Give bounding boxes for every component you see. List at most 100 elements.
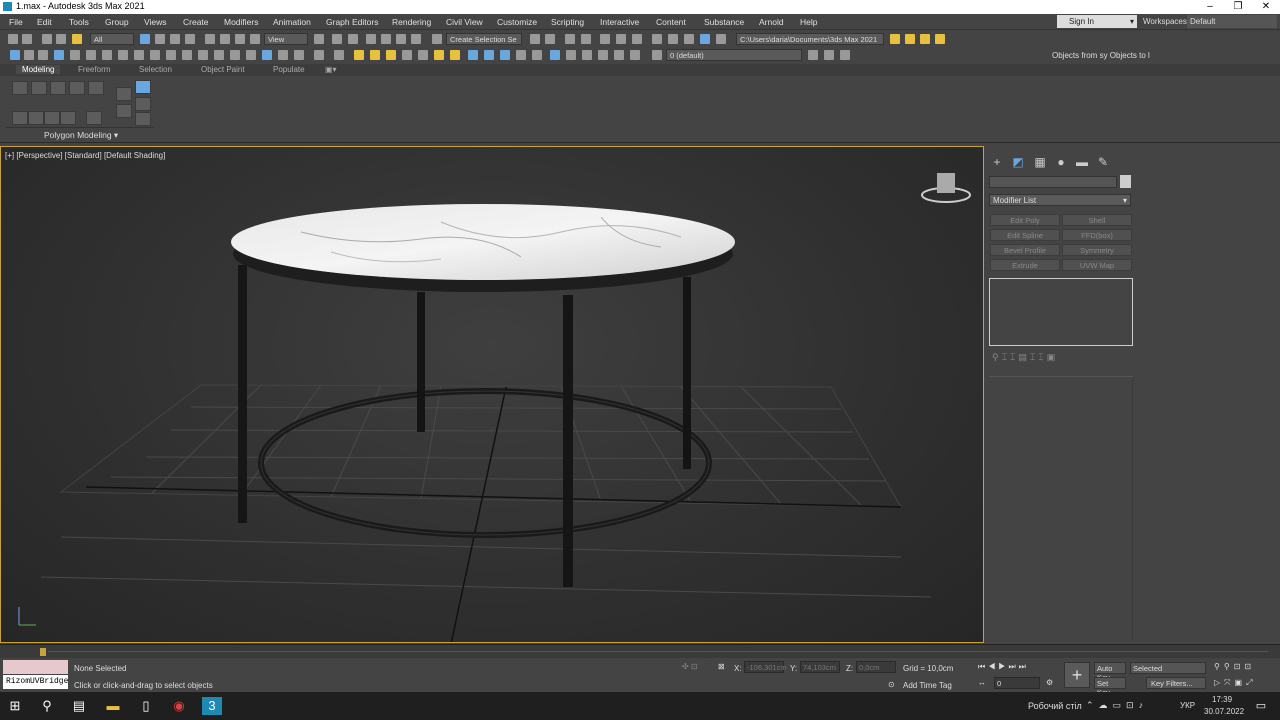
- task-view-icon[interactable]: ▤: [70, 697, 88, 715]
- minimize-button[interactable]: –: [1196, 0, 1224, 14]
- key-mode-icon[interactable]: ↔: [978, 678, 986, 687]
- ribbon-tool-button[interactable]: [69, 81, 85, 95]
- ribbon-tool-button[interactable]: [88, 81, 104, 95]
- reference-coord-dropdown[interactable]: View: [264, 33, 308, 45]
- utilities-tab-icon[interactable]: ✎: [1096, 156, 1110, 168]
- chrome-icon[interactable]: ◉: [170, 697, 188, 715]
- hierarchy-tab-icon[interactable]: ▦: [1033, 156, 1047, 168]
- tool-icon[interactable]: [484, 50, 494, 60]
- auto-key-button[interactable]: Auto Key: [1094, 662, 1126, 682]
- viewport-navigation-icons-2[interactable]: ▷⤧▣⤢: [1214, 678, 1257, 688]
- windows-start-icon[interactable]: ⊞: [6, 697, 24, 715]
- menu-modifiers[interactable]: Modifiers: [224, 17, 258, 27]
- tool-icon[interactable]: [198, 50, 208, 60]
- ribbon-tool-button[interactable]: [86, 111, 102, 125]
- tool-icon[interactable]: [278, 50, 288, 60]
- tool-icon[interactable]: [86, 50, 96, 60]
- set-key-big-button[interactable]: +: [1064, 662, 1090, 688]
- ribbon-tool-button[interactable]: [28, 111, 44, 125]
- tool-icon[interactable]: [550, 50, 560, 60]
- tool-icon[interactable]: [118, 50, 128, 60]
- menu-group[interactable]: Group: [105, 17, 129, 27]
- motion-tab-icon[interactable]: ●: [1054, 156, 1068, 168]
- scale-icon[interactable]: [235, 34, 245, 44]
- ribbon-tool-button[interactable]: [116, 104, 132, 118]
- spinner-snap-icon[interactable]: [411, 34, 421, 44]
- tool-icon[interactable]: [10, 50, 20, 60]
- ribbon-tool-button[interactable]: [12, 81, 28, 95]
- object-name-field[interactable]: [989, 176, 1117, 188]
- tool-icon[interactable]: [230, 50, 240, 60]
- tool-icon[interactable]: [150, 50, 160, 60]
- tool-icon[interactable]: [166, 50, 176, 60]
- edit-spline-button[interactable]: Edit Spline: [990, 229, 1060, 241]
- material-editor-icon[interactable]: [632, 34, 642, 44]
- menu-tools[interactable]: Tools: [69, 17, 89, 27]
- menu-rendering[interactable]: Rendering: [392, 17, 431, 27]
- light-icon[interactable]: [434, 50, 444, 60]
- polygon-modeling-panel-label[interactable]: Polygon Modeling ▾: [44, 130, 118, 141]
- tool-icon[interactable]: [54, 50, 64, 60]
- tool-icon[interactable]: [630, 50, 640, 60]
- keyboard-shortcut-icon[interactable]: [348, 34, 358, 44]
- tool-icon[interactable]: [468, 50, 478, 60]
- rectangular-selection-icon[interactable]: [170, 34, 180, 44]
- playback-controls[interactable]: ⏮◀▶⏭⏭: [978, 662, 1029, 672]
- extrude-button[interactable]: Extrude: [990, 259, 1060, 271]
- project-folder-icon[interactable]: [890, 34, 900, 44]
- ribbon-options-icon[interactable]: ▣▾: [325, 65, 337, 74]
- menu-create[interactable]: Create: [183, 17, 209, 27]
- angle-snap-icon[interactable]: [381, 34, 391, 44]
- undo-icon[interactable]: [8, 34, 18, 44]
- ribbon-tool-button[interactable]: [31, 81, 47, 95]
- bind-space-warp-icon[interactable]: [72, 34, 82, 44]
- bevel-profile-button[interactable]: Bevel Profile: [990, 244, 1060, 256]
- box-icon[interactable]: [354, 50, 364, 60]
- select-manipulate-icon[interactable]: [332, 34, 342, 44]
- project-folder-dropdown[interactable]: C:\Users\daria\Documents\3ds Max 2021: [736, 33, 884, 45]
- modify-tab-icon[interactable]: ◩: [1011, 156, 1025, 168]
- menu-substance[interactable]: Substance: [704, 17, 744, 27]
- tab-populate[interactable]: Populate: [273, 65, 305, 74]
- maxscript-mini-listener[interactable]: RizomUVBridge: [3, 675, 68, 689]
- named-selection-dropdown[interactable]: Create Selection Se: [446, 33, 522, 45]
- desktop-toolbar-label[interactable]: Робочий стіл: [1028, 701, 1082, 711]
- absolute-mode-icon[interactable]: ⊠: [718, 662, 725, 671]
- move-icon[interactable]: [205, 34, 215, 44]
- a360-icon[interactable]: [716, 34, 726, 44]
- render-icon[interactable]: [684, 34, 694, 44]
- menu-views[interactable]: Views: [144, 17, 167, 27]
- tool-icon[interactable]: [614, 50, 624, 60]
- schematic-view-icon[interactable]: [616, 34, 626, 44]
- render-production-icon[interactable]: [700, 34, 710, 44]
- close-button[interactable]: ✕: [1252, 0, 1280, 14]
- redo-icon[interactable]: [22, 34, 32, 44]
- panel-scrollbar[interactable]: [1132, 378, 1133, 640]
- align-icon[interactable]: [545, 34, 555, 44]
- layer-dropdown[interactable]: 0 (default): [666, 49, 802, 61]
- menu-arnold[interactable]: Arnold: [759, 17, 784, 27]
- unlink-icon[interactable]: [56, 34, 66, 44]
- select-in-layer-icon[interactable]: [824, 50, 834, 60]
- tool-icon[interactable]: [102, 50, 112, 60]
- x-coordinate-field[interactable]: -106,301cm: [744, 661, 787, 673]
- maximize-button[interactable]: ❐: [1224, 0, 1252, 14]
- menu-customize[interactable]: Customize: [497, 17, 537, 27]
- scene-explorer-icon[interactable]: [565, 34, 575, 44]
- edit-named-selection-icon[interactable]: [432, 34, 442, 44]
- object-color-swatch[interactable]: [1120, 175, 1131, 188]
- add-time-tag[interactable]: Add Time Tag: [903, 681, 952, 690]
- ribbon-tool-button[interactable]: [135, 112, 151, 126]
- y-coordinate-field[interactable]: 74,103cm: [800, 661, 840, 673]
- time-tag-icon[interactable]: ⊙: [888, 680, 895, 689]
- clock-date[interactable]: 30.07.2022: [1204, 707, 1244, 716]
- create-project-icon[interactable]: [935, 34, 945, 44]
- tool-icon[interactable]: [532, 50, 542, 60]
- search-icon[interactable]: ⚲: [38, 697, 56, 715]
- set-key-button[interactable]: Set Key: [1094, 677, 1126, 697]
- ribbon-tool-button[interactable]: [12, 111, 28, 125]
- tool-icon[interactable]: [516, 50, 526, 60]
- isolate-icon[interactable]: ✣ ⊡: [682, 662, 698, 671]
- tool-icon[interactable]: [566, 50, 576, 60]
- curve-editor-icon[interactable]: [600, 34, 610, 44]
